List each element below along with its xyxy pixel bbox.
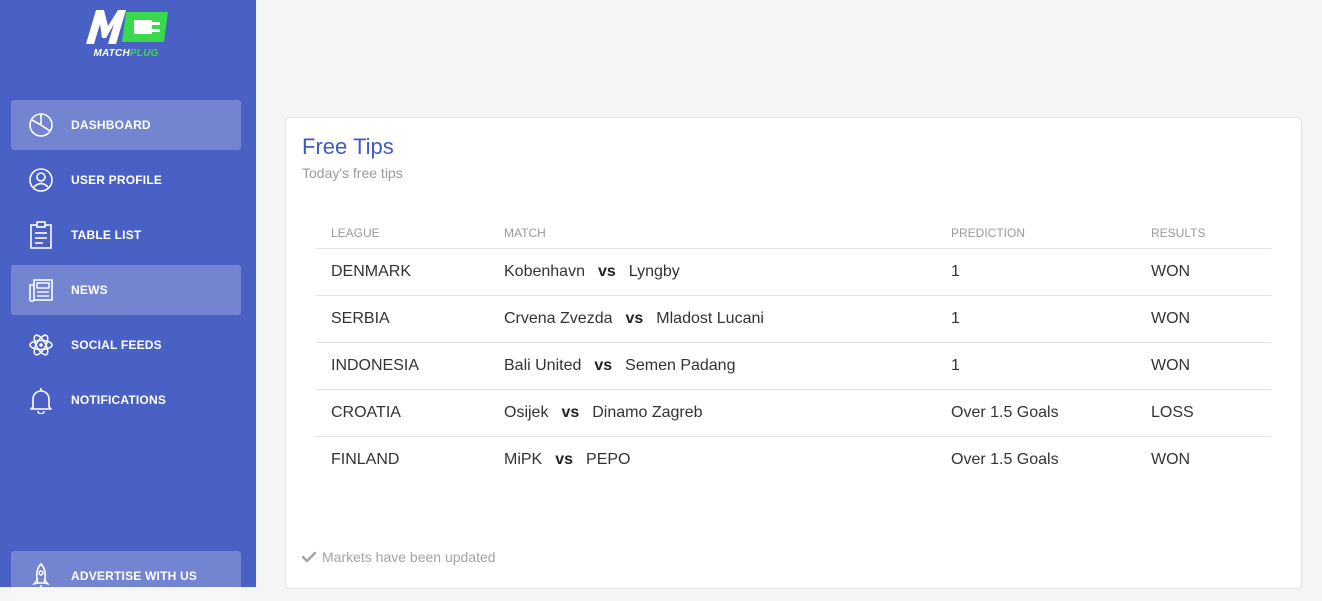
table-row: INDONESIA Bali United vs Semen Padang 1 WO…	[316, 342, 1271, 390]
user-circle-icon	[27, 166, 55, 194]
away-team: Dinamo Zagreb	[592, 404, 703, 421]
sidebar-item-label: ADVERTISE WITH US	[71, 569, 198, 583]
atom-icon	[27, 331, 55, 359]
result-cell: WON	[1151, 451, 1191, 468]
table-row: CROATIA Osijek vs Dinamo Zagreb Over 1.5 G…	[316, 389, 1271, 437]
result-cell: LOSS	[1136, 389, 1271, 437]
markets-updated-note: Markets have been updated	[302, 549, 496, 565]
league-cell: CROATIA	[316, 389, 489, 437]
league-cell: INDONESIA	[316, 342, 489, 390]
logo-text: MATCHPLUG	[80, 48, 172, 59]
clipboard-icon	[27, 221, 55, 249]
home-team: Osijek	[504, 404, 549, 421]
prediction-cell: 1	[936, 248, 1136, 296]
league-cell: SERBIA	[316, 295, 489, 343]
sidebar-item-label: DASHBOARD	[71, 118, 151, 132]
vs-label: vs	[594, 357, 613, 374]
table-row: DENMARK Kobenhavn vs Lyngby 1 WON	[316, 248, 1271, 296]
match-cell: Kobenhavn vs Lyngby	[489, 248, 936, 296]
table-row: SERBIA Crvena Zvezda vs Mladost Lucani 1 W…	[316, 295, 1271, 343]
sidebar-item-label: TABLE LIST	[71, 228, 142, 242]
sidebar-item-user-profile[interactable]: USER PROFILE	[11, 155, 241, 205]
newspaper-icon	[27, 276, 55, 304]
check-icon	[302, 551, 316, 563]
card-subtitle: Today's free tips	[302, 165, 403, 181]
sidebar-item-label: USER PROFILE	[71, 173, 163, 187]
league-cell: DENMARK	[316, 248, 489, 296]
away-team: Semen Padang	[625, 357, 736, 374]
sidebar-item-advertise[interactable]: ADVERTISE WITH US	[11, 551, 241, 601]
column-header-league: LEAGUE	[316, 217, 489, 249]
card-title: Free Tips	[302, 134, 394, 159]
vs-label: vs	[597, 263, 616, 280]
result-cell: WON	[1136, 342, 1271, 390]
sidebar-item-notifications[interactable]: NOTIFICATIONS	[11, 375, 241, 425]
bell-icon	[27, 386, 55, 414]
column-header-prediction: PREDICTION	[936, 217, 1136, 249]
match-cell: MiPK vs PEPO	[489, 437, 936, 484]
rocket-icon	[27, 562, 55, 590]
table-row: FINLAND MiPK vs PEPO Over 1.5 Goals WON	[316, 437, 1271, 484]
sidebar: MATCHPLUG DASHBOARD USER PROFILE TABLE L…	[0, 0, 256, 601]
table-header-row: LEAGUE MATCH PREDICTION RESULTS	[316, 217, 1271, 249]
logo-mark-icon	[86, 10, 168, 44]
home-team: Kobenhavn	[504, 263, 585, 280]
vs-label: vs	[625, 310, 644, 327]
result-cell: WON	[1136, 295, 1271, 343]
away-team: Lyngby	[628, 263, 680, 280]
sidebar-item-label: SOCIAL FEEDS	[71, 338, 162, 352]
home-team: Crvena Zvezda	[504, 310, 613, 327]
sidebar-item-dashboard[interactable]: DASHBOARD	[11, 100, 241, 150]
column-header-results: RESULTS	[1136, 217, 1271, 249]
free-tips-card: Free Tips Today's free tips LEAGUE MATCH…	[285, 117, 1302, 589]
prediction-cell: Over 1.5 Goals	[951, 451, 1059, 468]
sidebar-item-table-list[interactable]: TABLE LIST	[11, 210, 241, 260]
league-cell: FINLAND	[331, 451, 400, 468]
logo-text-plug: PLUG	[129, 48, 159, 59]
pie-chart-icon	[27, 111, 55, 139]
column-header-match: MATCH	[489, 217, 936, 249]
match-cell: Crvena Zvezda vs Mladost Lucani	[489, 295, 936, 343]
sidebar-item-label: NOTIFICATIONS	[71, 393, 167, 407]
sidebar-item-news[interactable]: NEWS	[11, 265, 241, 315]
result-cell: WON	[1136, 248, 1271, 296]
sidebar-item-label: NEWS	[71, 283, 108, 297]
match-cell: Bali United vs Semen Padang	[489, 342, 936, 390]
home-team: MiPK	[504, 451, 543, 468]
away-team: PEPO	[586, 451, 631, 468]
logo-text-match: MATCH	[93, 48, 130, 59]
logo[interactable]: MATCHPLUG	[80, 8, 172, 64]
prediction-cell: 1	[936, 342, 1136, 390]
prediction-cell: Over 1.5 Goals	[936, 389, 1136, 437]
vs-label: vs	[561, 404, 580, 421]
markets-updated-text: Markets have been updated	[322, 549, 496, 565]
match-cell: Osijek vs Dinamo Zagreb	[489, 389, 936, 437]
home-team: Bali United	[504, 357, 582, 374]
away-team: Mladost Lucani	[656, 310, 764, 327]
vs-label: vs	[555, 451, 574, 468]
prediction-cell: 1	[936, 295, 1136, 343]
sidebar-item-social-feeds[interactable]: SOCIAL FEEDS	[11, 320, 241, 370]
tips-table: LEAGUE MATCH PREDICTION RESULTS DENMARK …	[316, 217, 1271, 483]
